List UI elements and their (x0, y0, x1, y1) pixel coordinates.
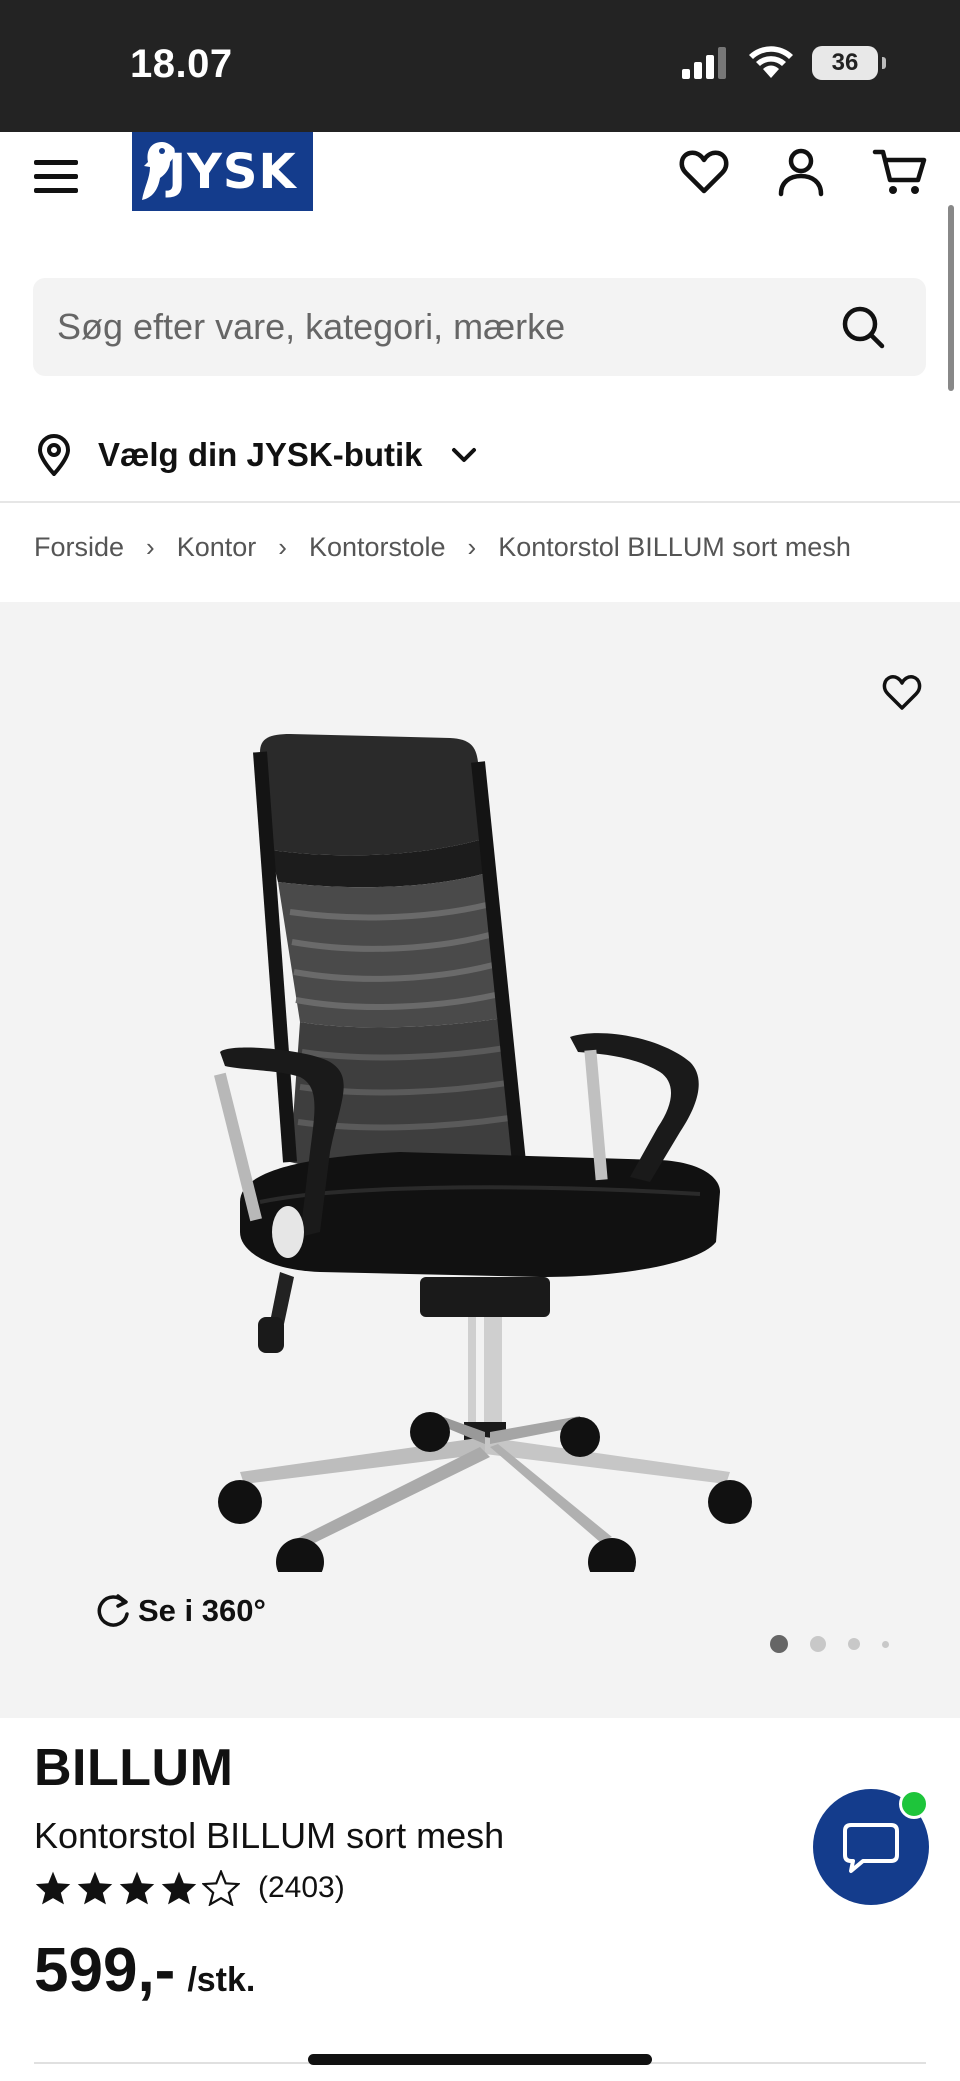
rotate-icon (97, 1594, 129, 1627)
carousel-dot[interactable] (770, 1635, 788, 1653)
store-selector[interactable]: Vælg din JYSK-butik (36, 430, 479, 480)
chat-button[interactable] (813, 1789, 929, 1905)
chevron-down-icon (451, 448, 476, 462)
breadcrumb-item[interactable]: Kontor (177, 532, 257, 563)
star-filled-icon (77, 1871, 113, 1905)
chevron-right-icon: › (467, 532, 477, 562)
logo-text: JYSK (168, 143, 297, 200)
carousel-dot[interactable] (810, 1636, 826, 1652)
view-360-label: Se i 360° (138, 1593, 266, 1628)
star-filled-icon (35, 1871, 71, 1905)
heart-icon[interactable] (676, 144, 732, 200)
chevron-right-icon: › (146, 532, 155, 562)
chevron-right-icon: › (278, 532, 287, 562)
status-bar: 18.07 36 (0, 0, 960, 132)
star-filled-icon (161, 1871, 197, 1905)
divider (0, 501, 960, 503)
signal-icon (682, 47, 726, 79)
product-image (214, 734, 752, 1572)
product-rating[interactable]: (2403) (34, 1870, 345, 1906)
star-empty-icon (202, 1870, 240, 1906)
product-brand: BILLUM (34, 1739, 234, 1797)
heart-icon[interactable] (880, 670, 924, 714)
breadcrumb-current: Kontorstol BILLUM sort mesh (498, 532, 851, 562)
search-icon[interactable] (840, 304, 886, 350)
hamburger-icon[interactable] (34, 150, 86, 202)
bird-logo-icon (142, 142, 175, 200)
status-time: 18.07 (130, 42, 233, 86)
search-bar[interactable] (33, 278, 926, 376)
search-input[interactable] (57, 306, 837, 348)
star-filled-icon (119, 1871, 155, 1905)
product-title: Kontorstol BILLUM sort mesh (34, 1815, 505, 1856)
carousel-dots (770, 1635, 889, 1653)
page-scrollbar[interactable] (948, 205, 954, 391)
online-status-dot (899, 1789, 929, 1819)
carousel-dot[interactable] (848, 1638, 860, 1650)
jysk-logo[interactable]: JYSK (132, 132, 313, 211)
price-unit: /stk. (187, 1961, 256, 1999)
wifi-icon (749, 46, 793, 78)
breadcrumb-item[interactable]: Kontorstole (309, 532, 446, 563)
site-header: JYSK (0, 132, 960, 242)
product-price: 599,- /stk. (34, 1935, 255, 2006)
cart-icon[interactable] (872, 144, 928, 200)
breadcrumb-item[interactable]: Forside (34, 532, 124, 563)
status-icons: 36 (682, 46, 886, 80)
price-value: 599,- (34, 1936, 176, 2005)
carousel-dot[interactable] (882, 1640, 889, 1648)
store-label: Vælg din JYSK-butik (98, 436, 423, 473)
battery-indicator: 36 (812, 46, 886, 80)
product-gallery[interactable]: Se i 360° (0, 602, 960, 1718)
user-icon[interactable] (773, 144, 829, 200)
location-pin-icon (37, 434, 71, 476)
breadcrumb: Forside › Kontor › Kontorstole › Kontors… (34, 532, 851, 563)
chat-bubble-icon (843, 1823, 899, 1873)
rating-count: (2403) (258, 1871, 345, 1904)
home-indicator[interactable] (308, 2054, 652, 2065)
view-360-button[interactable]: Se i 360° (94, 1592, 266, 1630)
